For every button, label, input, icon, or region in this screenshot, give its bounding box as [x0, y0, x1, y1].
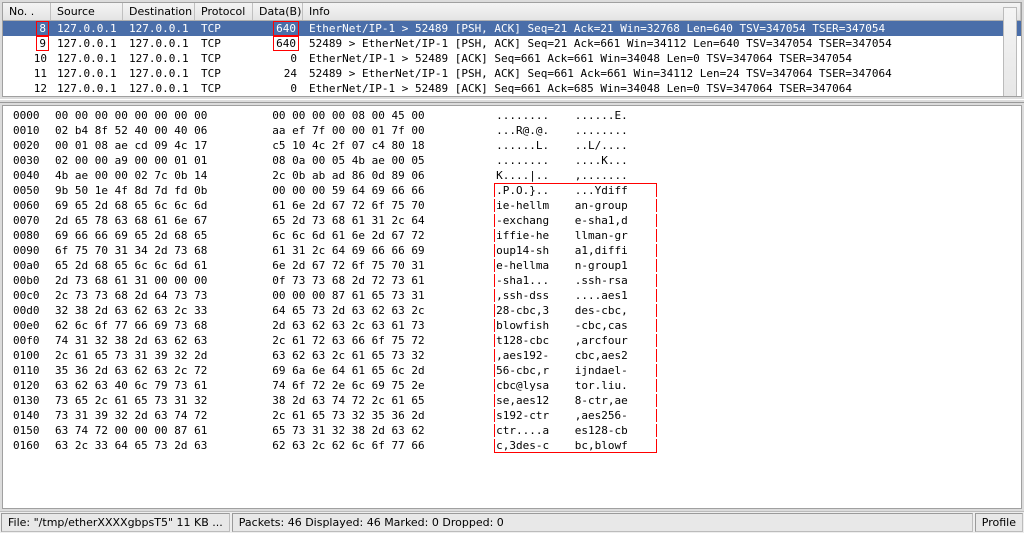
hex-row[interactable]: 00e062 6c 6f 77 66 69 73 68 2d 63 62 63 …	[13, 318, 1019, 333]
hex-row[interactable]: 00c02c 73 73 68 2d 64 73 73 00 00 00 87 …	[13, 288, 1019, 303]
hex-row[interactable]: 006069 65 2d 68 65 6c 6c 6d 61 6e 2d 67 …	[13, 198, 1019, 213]
status-packets: Packets: 46 Displayed: 46 Marked: 0 Drop…	[232, 513, 973, 532]
hex-row[interactable]: 003002 00 00 a9 00 00 01 01 08 0a 00 05 …	[13, 153, 1019, 168]
hex-row[interactable]: 002000 01 08 ae cd 09 4c 17 c5 10 4c 2f …	[13, 138, 1019, 153]
hex-row[interactable]: 012063 62 63 40 6c 79 73 61 74 6f 72 2e …	[13, 378, 1019, 393]
status-file[interactable]: File: "/tmp/etherXXXXgbpsT5" 11 KB ...	[1, 513, 230, 532]
col-header-no[interactable]: No. .	[3, 3, 51, 20]
packet-list-header: No. . Source Destination Protocol Data(B…	[3, 3, 1021, 21]
hex-row[interactable]: 00d032 38 2d 63 62 63 2c 33 64 65 73 2d …	[13, 303, 1019, 318]
hex-dump-pane: 000000 00 00 00 00 00 00 00 00 00 00 00 …	[2, 105, 1022, 509]
hex-row[interactable]: 011035 36 2d 63 62 63 2c 72 69 6a 6e 64 …	[13, 363, 1019, 378]
col-header-proto[interactable]: Protocol	[195, 3, 253, 20]
col-header-data[interactable]: Data(B)	[253, 3, 303, 20]
hex-row[interactable]: 00a065 2d 68 65 6c 6c 6d 61 6e 2d 67 72 …	[13, 258, 1019, 273]
hex-row[interactable]: 000000 00 00 00 00 00 00 00 00 00 00 00 …	[13, 108, 1019, 123]
packet-row[interactable]: 9127.0.0.1127.0.0.1TCP64052489 > EtherNe…	[3, 36, 1021, 51]
scrollbar[interactable]	[1003, 7, 1017, 97]
hex-row[interactable]: 00509b 50 1e 4f 8d 7d fd 0b 00 00 00 59 …	[13, 183, 1019, 198]
packet-row[interactable]: 8127.0.0.1127.0.0.1TCP640EtherNet/IP-1 >…	[3, 21, 1021, 36]
packet-list-pane: No. . Source Destination Protocol Data(B…	[2, 2, 1022, 97]
hex-row[interactable]: 016063 2c 33 64 65 73 2d 63 62 63 2c 62 …	[13, 438, 1019, 453]
hex-row[interactable]: 00404b ae 00 00 02 7c 0b 14 2c 0b ab ad …	[13, 168, 1019, 183]
hex-row[interactable]: 015063 74 72 00 00 00 87 61 65 73 31 32 …	[13, 423, 1019, 438]
status-profile[interactable]: Profile	[975, 513, 1023, 532]
hex-row[interactable]: 00702d 65 78 63 68 61 6e 67 65 2d 73 68 …	[13, 213, 1019, 228]
packet-row[interactable]: 10127.0.0.1127.0.0.1TCP0EtherNet/IP-1 > …	[3, 51, 1021, 66]
hex-row[interactable]: 01002c 61 65 73 31 39 32 2d 63 62 63 2c …	[13, 348, 1019, 363]
pane-divider[interactable]	[0, 99, 1024, 103]
hex-row[interactable]: 00f074 31 32 38 2d 63 62 63 2c 61 72 63 …	[13, 333, 1019, 348]
packet-row[interactable]: 12127.0.0.1127.0.0.1TCP0EtherNet/IP-1 > …	[3, 81, 1021, 96]
hex-row[interactable]: 008069 66 66 69 65 2d 68 65 6c 6c 6d 61 …	[13, 228, 1019, 243]
status-bar: File: "/tmp/etherXXXXgbpsT5" 11 KB ... P…	[0, 511, 1024, 533]
hex-row[interactable]: 00906f 75 70 31 34 2d 73 68 61 31 2c 64 …	[13, 243, 1019, 258]
col-header-dst[interactable]: Destination	[123, 3, 195, 20]
col-header-src[interactable]: Source	[51, 3, 123, 20]
hex-row[interactable]: 001002 b4 8f 52 40 00 40 06 aa ef 7f 00 …	[13, 123, 1019, 138]
packet-row[interactable]: 11127.0.0.1127.0.0.1TCP2452489 > EtherNe…	[3, 66, 1021, 81]
packet-rows: 8127.0.0.1127.0.0.1TCP640EtherNet/IP-1 >…	[3, 21, 1021, 96]
hex-row[interactable]: 013073 65 2c 61 65 73 31 32 38 2d 63 74 …	[13, 393, 1019, 408]
hex-row[interactable]: 014073 31 39 32 2d 63 74 72 2c 61 65 73 …	[13, 408, 1019, 423]
hex-row[interactable]: 00b02d 73 68 61 31 00 00 00 0f 73 73 68 …	[13, 273, 1019, 288]
col-header-info[interactable]: Info	[303, 3, 1021, 20]
